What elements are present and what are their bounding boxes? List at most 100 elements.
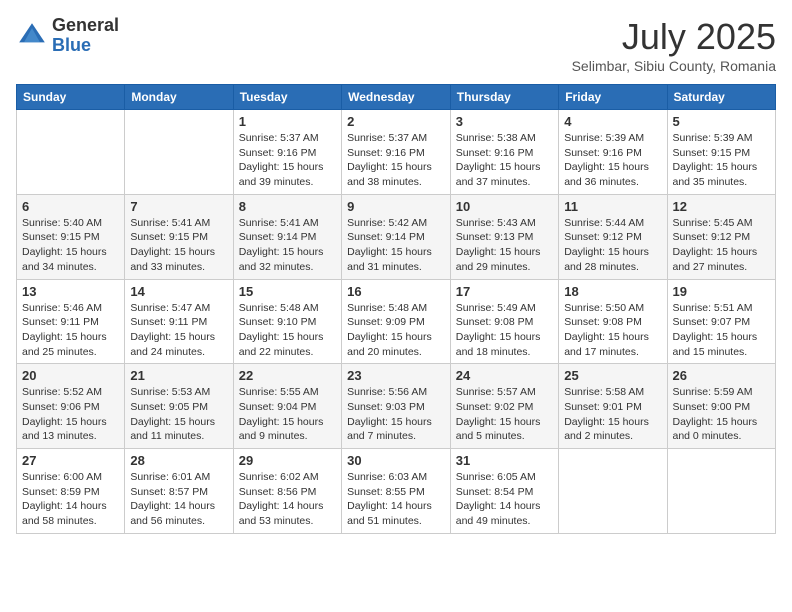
sunrise-text: Sunrise: 5:59 AM: [673, 386, 753, 398]
daylight-text: Daylight: 15 hours and 5 minutes.: [456, 416, 541, 443]
sunrise-text: Sunrise: 5:53 AM: [130, 386, 210, 398]
sunset-text: Sunset: 9:09 PM: [347, 316, 425, 328]
daylight-text: Daylight: 14 hours and 56 minutes.: [130, 500, 215, 527]
day-number: 16: [347, 284, 445, 299]
location-subtitle: Selimbar, Sibiu County, Romania: [572, 58, 776, 74]
day-number: 4: [564, 114, 661, 129]
sunset-text: Sunset: 9:08 PM: [456, 316, 534, 328]
sunset-text: Sunset: 9:05 PM: [130, 401, 208, 413]
logo-general-text: General: [52, 16, 119, 36]
day-number: 22: [239, 368, 336, 383]
calendar-day-cell: 3 Sunrise: 5:38 AM Sunset: 9:16 PM Dayli…: [450, 110, 558, 195]
day-number: 31: [456, 453, 553, 468]
day-info: Sunrise: 5:41 AM Sunset: 9:15 PM Dayligh…: [130, 216, 227, 275]
daylight-text: Daylight: 15 hours and 27 minutes.: [673, 246, 758, 273]
day-info: Sunrise: 5:43 AM Sunset: 9:13 PM Dayligh…: [456, 216, 553, 275]
day-info: Sunrise: 5:57 AM Sunset: 9:02 PM Dayligh…: [456, 385, 553, 444]
sunset-text: Sunset: 9:10 PM: [239, 316, 317, 328]
sunrise-text: Sunrise: 5:57 AM: [456, 386, 536, 398]
calendar-day-cell: 26 Sunrise: 5:59 AM Sunset: 9:00 PM Dayl…: [667, 364, 776, 449]
daylight-text: Daylight: 14 hours and 51 minutes.: [347, 500, 432, 527]
day-info: Sunrise: 5:38 AM Sunset: 9:16 PM Dayligh…: [456, 131, 553, 190]
sunrise-text: Sunrise: 5:41 AM: [130, 217, 210, 229]
day-number: 27: [22, 453, 119, 468]
day-info: Sunrise: 5:59 AM Sunset: 9:00 PM Dayligh…: [673, 385, 771, 444]
day-info: Sunrise: 5:41 AM Sunset: 9:14 PM Dayligh…: [239, 216, 336, 275]
weekday-header: Thursday: [450, 85, 558, 110]
calendar-day-cell: 5 Sunrise: 5:39 AM Sunset: 9:15 PM Dayli…: [667, 110, 776, 195]
day-info: Sunrise: 5:37 AM Sunset: 9:16 PM Dayligh…: [239, 131, 336, 190]
day-number: 21: [130, 368, 227, 383]
day-info: Sunrise: 5:46 AM Sunset: 9:11 PM Dayligh…: [22, 301, 119, 360]
calendar-week-row: 20 Sunrise: 5:52 AM Sunset: 9:06 PM Dayl…: [17, 364, 776, 449]
sunset-text: Sunset: 8:56 PM: [239, 486, 317, 498]
day-info: Sunrise: 5:53 AM Sunset: 9:05 PM Dayligh…: [130, 385, 227, 444]
sunrise-text: Sunrise: 5:46 AM: [22, 302, 102, 314]
calendar-day-cell: 9 Sunrise: 5:42 AM Sunset: 9:14 PM Dayli…: [342, 194, 451, 279]
day-number: 7: [130, 199, 227, 214]
sunset-text: Sunset: 9:12 PM: [564, 231, 642, 243]
weekday-header: Sunday: [17, 85, 125, 110]
calendar-day-cell: [17, 110, 125, 195]
day-info: Sunrise: 6:00 AM Sunset: 8:59 PM Dayligh…: [22, 470, 119, 529]
calendar-day-cell: 19 Sunrise: 5:51 AM Sunset: 9:07 PM Dayl…: [667, 279, 776, 364]
day-info: Sunrise: 5:37 AM Sunset: 9:16 PM Dayligh…: [347, 131, 445, 190]
daylight-text: Daylight: 14 hours and 53 minutes.: [239, 500, 324, 527]
weekday-header: Wednesday: [342, 85, 451, 110]
calendar-day-cell: 15 Sunrise: 5:48 AM Sunset: 9:10 PM Dayl…: [233, 279, 341, 364]
daylight-text: Daylight: 14 hours and 49 minutes.: [456, 500, 541, 527]
day-info: Sunrise: 5:39 AM Sunset: 9:16 PM Dayligh…: [564, 131, 661, 190]
calendar-day-cell: 18 Sunrise: 5:50 AM Sunset: 9:08 PM Dayl…: [559, 279, 667, 364]
daylight-text: Daylight: 15 hours and 18 minutes.: [456, 331, 541, 358]
weekday-header: Tuesday: [233, 85, 341, 110]
day-info: Sunrise: 6:03 AM Sunset: 8:55 PM Dayligh…: [347, 470, 445, 529]
sunrise-text: Sunrise: 5:58 AM: [564, 386, 644, 398]
sunrise-text: Sunrise: 5:55 AM: [239, 386, 319, 398]
sunset-text: Sunset: 9:03 PM: [347, 401, 425, 413]
sunset-text: Sunset: 9:16 PM: [239, 147, 317, 159]
sunset-text: Sunset: 9:00 PM: [673, 401, 751, 413]
daylight-text: Daylight: 15 hours and 28 minutes.: [564, 246, 649, 273]
calendar-week-row: 1 Sunrise: 5:37 AM Sunset: 9:16 PM Dayli…: [17, 110, 776, 195]
sunset-text: Sunset: 9:08 PM: [564, 316, 642, 328]
sunset-text: Sunset: 9:11 PM: [22, 316, 99, 328]
sunset-text: Sunset: 9:04 PM: [239, 401, 317, 413]
day-number: 18: [564, 284, 661, 299]
sunrise-text: Sunrise: 6:03 AM: [347, 471, 427, 483]
day-number: 5: [673, 114, 771, 129]
calendar-day-cell: 7 Sunrise: 5:41 AM Sunset: 9:15 PM Dayli…: [125, 194, 233, 279]
sunset-text: Sunset: 9:14 PM: [347, 231, 425, 243]
calendar-day-cell: 24 Sunrise: 5:57 AM Sunset: 9:02 PM Dayl…: [450, 364, 558, 449]
day-number: 10: [456, 199, 553, 214]
daylight-text: Daylight: 15 hours and 0 minutes.: [673, 416, 758, 443]
sunset-text: Sunset: 9:16 PM: [456, 147, 534, 159]
day-number: 14: [130, 284, 227, 299]
sunrise-text: Sunrise: 5:52 AM: [22, 386, 102, 398]
day-number: 8: [239, 199, 336, 214]
calendar-day-cell: 28 Sunrise: 6:01 AM Sunset: 8:57 PM Dayl…: [125, 449, 233, 534]
daylight-text: Daylight: 15 hours and 25 minutes.: [22, 331, 107, 358]
daylight-text: Daylight: 15 hours and 31 minutes.: [347, 246, 432, 273]
day-info: Sunrise: 5:56 AM Sunset: 9:03 PM Dayligh…: [347, 385, 445, 444]
day-number: 29: [239, 453, 336, 468]
daylight-text: Daylight: 15 hours and 9 minutes.: [239, 416, 324, 443]
day-number: 3: [456, 114, 553, 129]
calendar-day-cell: 30 Sunrise: 6:03 AM Sunset: 8:55 PM Dayl…: [342, 449, 451, 534]
calendar-week-row: 6 Sunrise: 5:40 AM Sunset: 9:15 PM Dayli…: [17, 194, 776, 279]
daylight-text: Daylight: 15 hours and 24 minutes.: [130, 331, 215, 358]
calendar-day-cell: 11 Sunrise: 5:44 AM Sunset: 9:12 PM Dayl…: [559, 194, 667, 279]
day-info: Sunrise: 5:52 AM Sunset: 9:06 PM Dayligh…: [22, 385, 119, 444]
day-number: 19: [673, 284, 771, 299]
sunset-text: Sunset: 9:14 PM: [239, 231, 317, 243]
day-info: Sunrise: 5:40 AM Sunset: 9:15 PM Dayligh…: [22, 216, 119, 275]
calendar-table: SundayMondayTuesdayWednesdayThursdayFrid…: [16, 84, 776, 534]
daylight-text: Daylight: 14 hours and 58 minutes.: [22, 500, 107, 527]
day-info: Sunrise: 6:01 AM Sunset: 8:57 PM Dayligh…: [130, 470, 227, 529]
calendar-day-cell: [667, 449, 776, 534]
calendar-day-cell: [125, 110, 233, 195]
calendar-day-cell: 14 Sunrise: 5:47 AM Sunset: 9:11 PM Dayl…: [125, 279, 233, 364]
calendar-day-cell: 27 Sunrise: 6:00 AM Sunset: 8:59 PM Dayl…: [17, 449, 125, 534]
calendar-day-cell: 22 Sunrise: 5:55 AM Sunset: 9:04 PM Dayl…: [233, 364, 341, 449]
sunset-text: Sunset: 9:02 PM: [456, 401, 534, 413]
day-number: 23: [347, 368, 445, 383]
